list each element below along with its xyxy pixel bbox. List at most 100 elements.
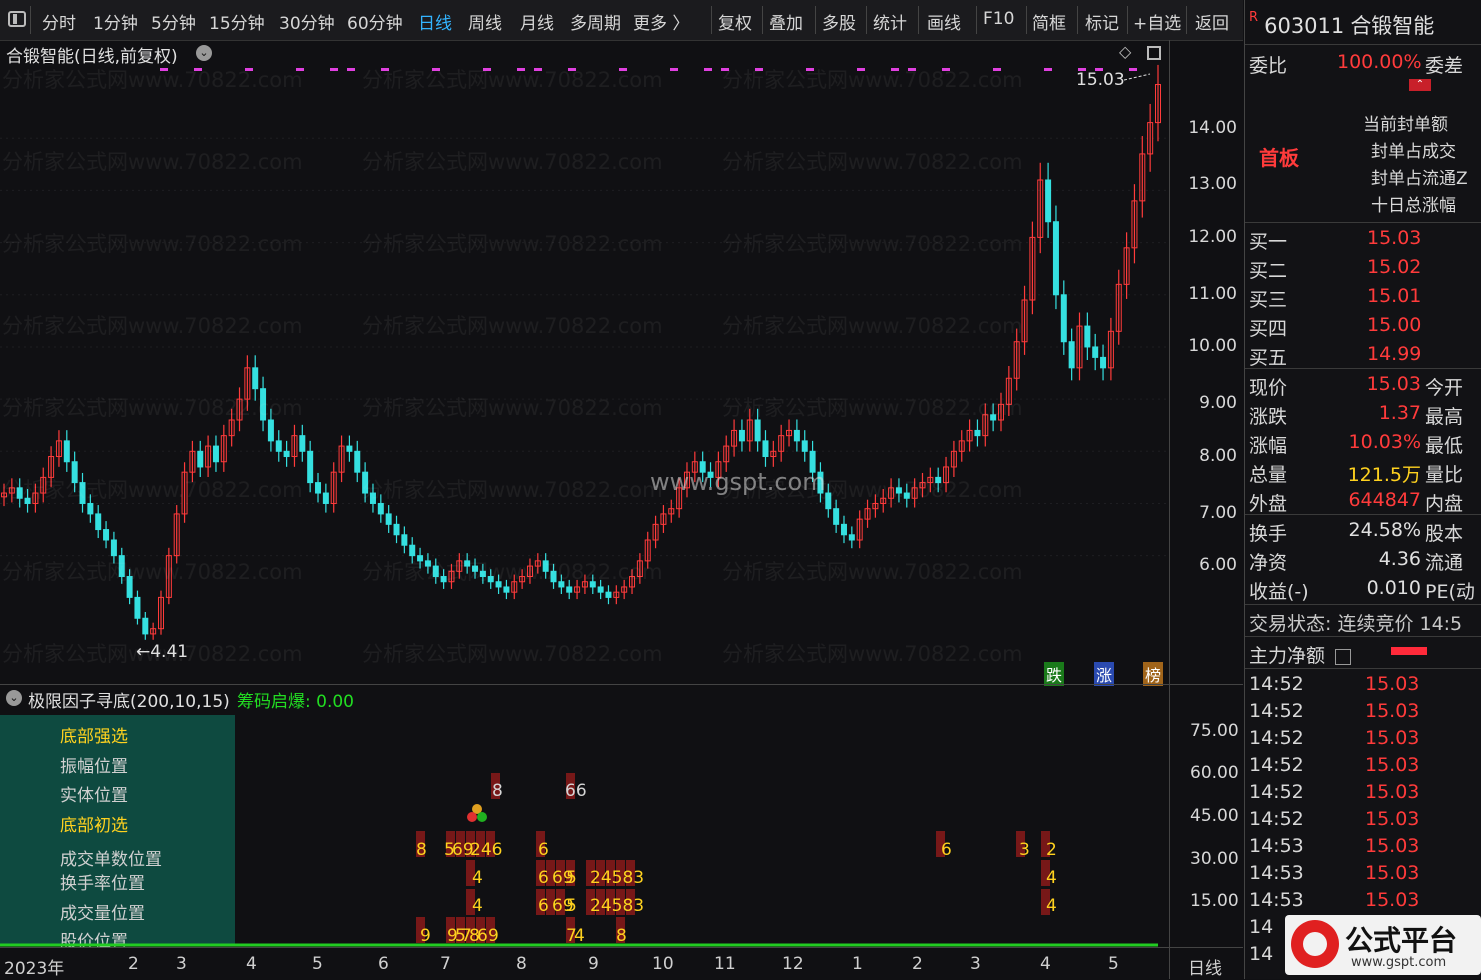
candle[interactable] [1092,333,1099,371]
toolbar-item-1[interactable]: 1分钟 [93,9,138,34]
candle[interactable] [856,510,863,549]
candle[interactable] [212,435,219,472]
candlestick-chart[interactable]: 合锻智能(日线,前复权) ⌄ ◇ 15.03 ←4.41 www.gspt.co… [0,40,1243,686]
candle[interactable] [786,419,793,447]
buy-level-row[interactable]: 买三 15.01 [1249,285,1481,312]
candle[interactable] [220,424,227,472]
diamond-icon[interactable]: ◇ [1119,42,1131,61]
buy-level-row[interactable]: 买五 14.99 [1249,343,1481,370]
candle[interactable] [1029,221,1036,315]
candle[interactable] [801,430,808,462]
panel-toggle-icon[interactable] [8,11,26,27]
candle[interactable] [1045,162,1052,238]
toolbar-item-11[interactable]: 复权 [718,9,752,34]
candle[interactable] [393,515,400,544]
indicator-panel[interactable]: ⌄ 极限因子寻底(200,10,15) 筹码启爆: 0.00 底部强选 振幅位置实… [0,684,1243,952]
toolbar-item-0[interactable]: 分时 [42,9,76,34]
candle[interactable] [605,585,612,605]
toolbar-item-10[interactable]: 更多 〉 [633,9,689,34]
candle[interactable] [401,526,408,554]
toolbar-item-16[interactable]: F10 [983,9,1014,29]
toolbar-item-7[interactable]: 周线 [468,9,502,34]
candle[interactable] [354,440,361,483]
buy-level-row[interactable]: 买四 15.00 [1249,314,1481,341]
candle[interactable] [1155,64,1161,142]
candle[interactable] [762,430,769,467]
candle[interactable] [63,430,70,472]
candle[interactable] [1131,184,1138,264]
candle[interactable] [1084,312,1091,360]
buy-level-row[interactable]: 买一 15.03 [1249,227,1481,254]
toolbar-item-17[interactable]: 简框 [1032,9,1066,34]
candle[interactable] [1076,312,1083,381]
toolbar-item-18[interactable]: 标记 [1085,9,1119,34]
list-icon[interactable] [1335,648,1352,665]
badge-fall[interactable]: 跌 [1044,662,1065,686]
candle[interactable] [197,440,204,477]
candle[interactable] [307,440,314,493]
badge-rise[interactable]: 涨 [1094,662,1115,686]
candle[interactable] [974,419,981,447]
window-icon[interactable] [1147,46,1161,60]
candle[interactable] [1021,285,1028,355]
toolbar-item-9[interactable]: 多周期 [570,9,621,34]
candle[interactable] [848,526,855,549]
candle[interactable] [338,435,345,483]
toolbar-item-3[interactable]: 15分钟 [209,9,265,34]
candle[interactable] [950,440,957,477]
candle[interactable] [1107,317,1114,381]
toolbar-item-13[interactable]: 多股 [822,9,856,34]
candle[interactable] [134,590,141,625]
candle[interactable] [142,612,149,640]
buy-level-row[interactable]: 买二 15.02 [1249,256,1481,283]
toolbar-item-14[interactable]: 统计 [873,9,907,34]
candle[interactable] [1115,269,1122,345]
candle[interactable] [778,424,785,462]
candle[interactable] [330,462,337,513]
candle[interactable] [652,515,659,549]
toolbar-item-6[interactable]: 日线 [418,9,452,34]
toolbar-item-2[interactable]: 5分钟 [151,9,196,34]
candle[interactable] [723,435,730,472]
toolbar-item-15[interactable]: 画线 [927,9,961,34]
candle[interactable] [840,515,847,544]
candle[interactable] [958,430,965,462]
candle[interactable] [315,472,322,503]
candle[interactable] [738,419,745,452]
candle[interactable] [1037,162,1044,254]
candle[interactable] [346,435,353,462]
candle[interactable] [1068,328,1075,381]
candle[interactable] [1147,103,1154,172]
candle[interactable] [770,440,777,467]
candle[interactable] [1100,344,1107,381]
toolbar-item-8[interactable]: 月线 [520,9,554,34]
toolbar-item-5[interactable]: 60分钟 [347,9,403,34]
candle[interactable] [385,505,392,533]
candle[interactable] [283,440,290,467]
candle[interactable] [1139,136,1146,218]
candle[interactable] [55,430,62,467]
candle[interactable] [1052,205,1059,310]
candle[interactable] [322,483,329,513]
candle[interactable] [833,499,840,533]
toolbar-item-19[interactable]: +自选 [1133,9,1181,34]
candle[interactable] [1060,280,1067,355]
candle[interactable] [966,419,973,452]
chevron-down-icon[interactable]: ⌄ [196,45,212,61]
toolbar-item-12[interactable]: 叠加 [769,9,803,34]
badge-rank[interactable]: 榜 [1143,662,1164,686]
candle[interactable] [173,505,180,564]
candle[interactable] [613,585,620,605]
candle[interactable] [660,505,667,533]
candle[interactable] [95,505,102,539]
candle[interactable] [299,424,306,462]
toolbar-item-20[interactable]: 返回 [1195,9,1229,34]
candle[interactable] [275,430,282,462]
candle[interactable] [103,521,110,549]
candle[interactable] [291,424,298,467]
candle[interactable] [793,419,800,452]
candle[interactable] [205,435,212,477]
toolbar-item-4[interactable]: 30分钟 [279,9,335,34]
candle[interactable] [158,590,165,635]
candlestick-plot[interactable] [0,40,1243,684]
